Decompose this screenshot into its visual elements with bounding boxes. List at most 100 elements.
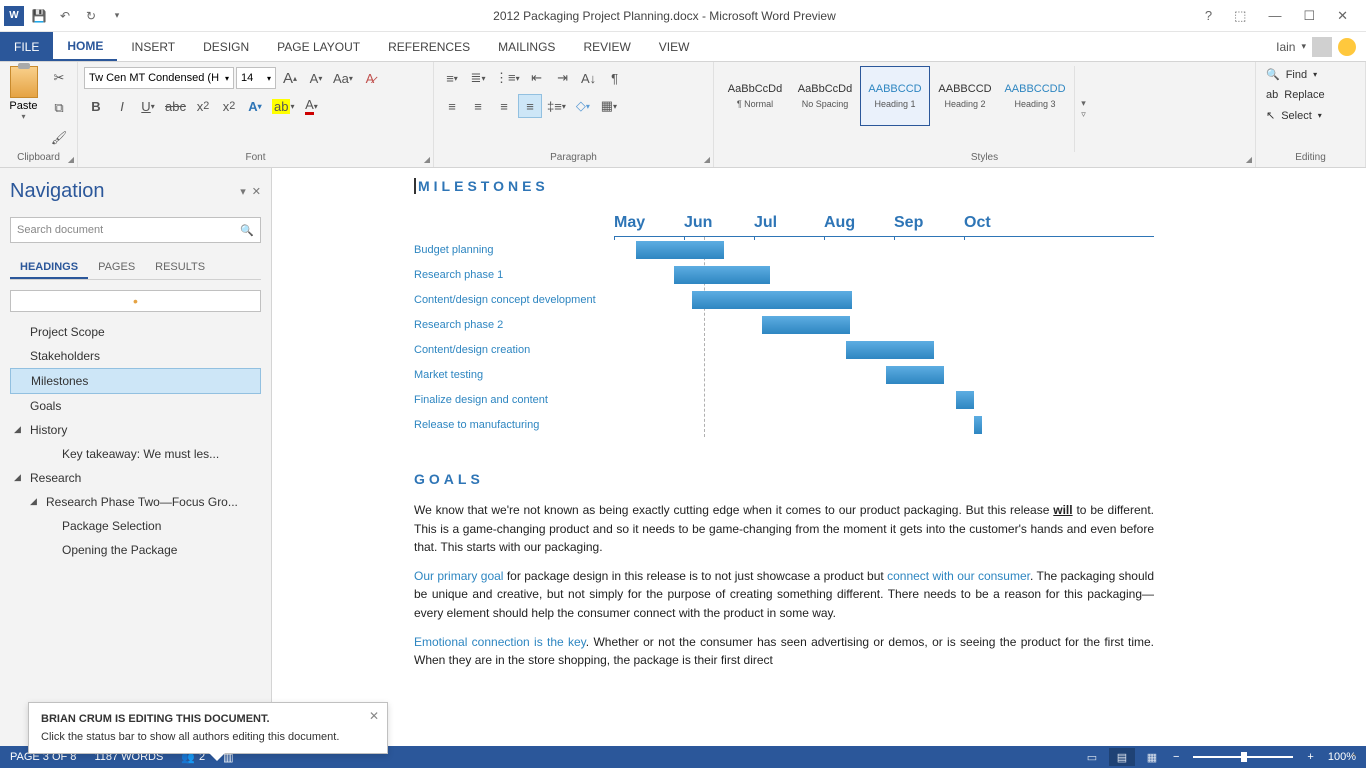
show-marks-icon[interactable]: ¶ bbox=[603, 66, 627, 90]
dialog-launcher-icon[interactable]: ◢ bbox=[1246, 155, 1252, 164]
increase-indent-icon[interactable]: ⇥ bbox=[551, 66, 575, 90]
zoom-slider[interactable] bbox=[1193, 756, 1293, 758]
style-item-no-spacing[interactable]: AaBbCcDdNo Spacing bbox=[790, 66, 860, 126]
expand-icon[interactable]: ◢ bbox=[14, 472, 21, 483]
paragraph: Our primary goal for package design in t… bbox=[414, 567, 1154, 623]
borders-icon[interactable]: ▦▾ bbox=[597, 94, 621, 118]
qat-customize-icon[interactable]: ▾ bbox=[106, 5, 128, 27]
strike-button[interactable]: abc bbox=[162, 94, 189, 118]
align-center-icon[interactable]: ≡ bbox=[466, 94, 490, 118]
highlight-icon[interactable]: ab▾ bbox=[269, 94, 297, 118]
style-item--normal[interactable]: AaBbCcDd¶ Normal bbox=[720, 66, 790, 126]
zoom-out-icon[interactable]: − bbox=[1169, 751, 1183, 763]
nav-item[interactable]: Package Selection bbox=[10, 514, 261, 538]
replace-button[interactable]: abReplace bbox=[1262, 87, 1359, 103]
grow-font-icon[interactable]: A▴ bbox=[278, 66, 302, 90]
smiley-icon[interactable] bbox=[1338, 38, 1356, 56]
nav-search-input[interactable]: Search document 🔍 bbox=[10, 217, 261, 243]
zoom-thumb[interactable] bbox=[1241, 752, 1247, 762]
format-painter-icon[interactable]: 🖌 bbox=[47, 126, 71, 150]
gallery-more-icon[interactable]: ▾▿ bbox=[1074, 66, 1092, 152]
minimize-icon[interactable]: — bbox=[1264, 4, 1285, 27]
nav-item[interactable]: Project Scope bbox=[10, 320, 261, 344]
chevron-down-icon[interactable]: ▾ bbox=[240, 185, 246, 198]
ribbon-collapse-icon[interactable]: ⌃ bbox=[1350, 753, 1358, 764]
dialog-launcher-icon[interactable]: ◢ bbox=[704, 155, 710, 164]
nav-item[interactable]: Research◢ bbox=[10, 466, 261, 490]
jump-indicator[interactable]: • bbox=[10, 290, 261, 312]
nav-item[interactable]: Research Phase Two—Focus Gro...◢ bbox=[10, 490, 261, 514]
align-right-icon[interactable]: ≡ bbox=[492, 94, 516, 118]
align-justify-icon[interactable]: ≡ bbox=[518, 94, 542, 118]
superscript-button[interactable]: x2 bbox=[217, 94, 241, 118]
tab-view[interactable]: VIEW bbox=[645, 32, 704, 61]
line-spacing-icon[interactable]: ‡≡▾ bbox=[544, 94, 569, 118]
expand-icon[interactable]: ◢ bbox=[30, 496, 37, 507]
align-left-icon[interactable]: ≡ bbox=[440, 94, 464, 118]
dialog-launcher-icon[interactable]: ◢ bbox=[424, 155, 430, 164]
text-effects-icon[interactable]: A▾ bbox=[243, 94, 267, 118]
user-area[interactable]: Iain ▾ bbox=[1276, 32, 1366, 61]
nav-item[interactable]: Milestones bbox=[10, 368, 261, 394]
nav-item[interactable]: Opening the Package bbox=[10, 538, 261, 562]
change-case-icon[interactable]: Aa▾ bbox=[330, 66, 356, 90]
numbering-icon[interactable]: ≣▾ bbox=[466, 66, 490, 90]
nav-item[interactable]: Goals bbox=[10, 394, 261, 418]
font-family-combo[interactable]: Tw Cen MT Condensed (H▾ bbox=[84, 67, 234, 89]
tab-insert[interactable]: INSERT bbox=[117, 32, 189, 61]
underline-button[interactable]: U▾ bbox=[136, 94, 160, 118]
nav-item[interactable]: Key takeaway: We must les... bbox=[10, 442, 261, 466]
shrink-font-icon[interactable]: A▾ bbox=[304, 66, 328, 90]
tab-references[interactable]: REFERENCES bbox=[374, 32, 484, 61]
clear-format-icon[interactable]: A̷ bbox=[358, 66, 382, 90]
find-button[interactable]: 🔍Find▾ bbox=[1262, 66, 1359, 83]
style-item-heading-1[interactable]: AABBCCDHeading 1 bbox=[860, 66, 930, 126]
italic-button[interactable]: I bbox=[110, 94, 134, 118]
nav-item[interactable]: Stakeholders bbox=[10, 344, 261, 368]
nav-tab-pages[interactable]: PAGES bbox=[88, 257, 145, 279]
select-button[interactable]: ↖Select▾ bbox=[1262, 107, 1359, 124]
close-icon[interactable]: ✕ bbox=[252, 185, 261, 198]
undo-icon[interactable]: ↶ bbox=[54, 5, 76, 27]
tab-mailings[interactable]: MAILINGS bbox=[484, 32, 569, 61]
style-item-heading-3[interactable]: AABBCCDDHeading 3 bbox=[1000, 66, 1070, 126]
redo-icon[interactable]: ↻ bbox=[80, 5, 102, 27]
nav-tab-headings[interactable]: HEADINGS bbox=[10, 257, 88, 279]
close-icon[interactable]: ✕ bbox=[1333, 4, 1352, 28]
gantt-track bbox=[614, 241, 1154, 259]
expand-icon[interactable]: ◢ bbox=[14, 424, 21, 435]
nav-tab-results[interactable]: RESULTS bbox=[145, 257, 215, 279]
copy-icon[interactable]: ⧉ bbox=[47, 96, 71, 120]
view-web-icon[interactable]: ▦ bbox=[1139, 748, 1165, 766]
maximize-icon[interactable]: ☐ bbox=[1299, 4, 1319, 28]
subscript-button[interactable]: x2 bbox=[191, 94, 215, 118]
dialog-launcher-icon[interactable]: ◢ bbox=[68, 155, 74, 164]
nav-item[interactable]: History◢ bbox=[10, 418, 261, 442]
style-item-heading-2[interactable]: AABBCCDHeading 2 bbox=[930, 66, 1000, 126]
font-color-icon[interactable]: A▾ bbox=[299, 94, 323, 118]
sort-icon[interactable]: A↓ bbox=[577, 66, 601, 90]
tab-design[interactable]: DESIGN bbox=[189, 32, 263, 61]
view-print-icon[interactable]: ▤ bbox=[1109, 748, 1135, 766]
document-area[interactable]: MILESTONES MayJunJulAugSepOct Budget pla… bbox=[272, 168, 1366, 746]
multilevel-icon[interactable]: ⋮≡▾ bbox=[492, 66, 523, 90]
tab-review[interactable]: REVIEW bbox=[569, 32, 644, 61]
bold-button[interactable]: B bbox=[84, 94, 108, 118]
gantt-row: Budget planning bbox=[414, 237, 1154, 262]
paste-button[interactable]: Paste ▾ bbox=[6, 66, 41, 121]
tab-pagelayout[interactable]: PAGE LAYOUT bbox=[263, 32, 374, 61]
ribbon-display-icon[interactable]: ⬚ bbox=[1230, 4, 1250, 28]
view-read-icon[interactable]: ▭ bbox=[1079, 748, 1105, 766]
tab-home[interactable]: HOME bbox=[53, 32, 117, 61]
font-size-combo[interactable]: 14▾ bbox=[236, 67, 276, 89]
decrease-indent-icon[interactable]: ⇤ bbox=[525, 66, 549, 90]
shading-icon[interactable]: ◇▾ bbox=[571, 94, 595, 118]
help-icon[interactable]: ? bbox=[1201, 4, 1216, 27]
bullets-icon[interactable]: ≡▾ bbox=[440, 66, 464, 90]
save-icon[interactable]: 💾 bbox=[28, 5, 50, 27]
tab-file[interactable]: FILE bbox=[0, 32, 53, 61]
zoom-in-icon[interactable]: + bbox=[1303, 751, 1317, 763]
close-icon[interactable]: ✕ bbox=[369, 709, 379, 723]
gantt-bar bbox=[846, 341, 934, 359]
cut-icon[interactable]: ✂ bbox=[47, 66, 71, 90]
